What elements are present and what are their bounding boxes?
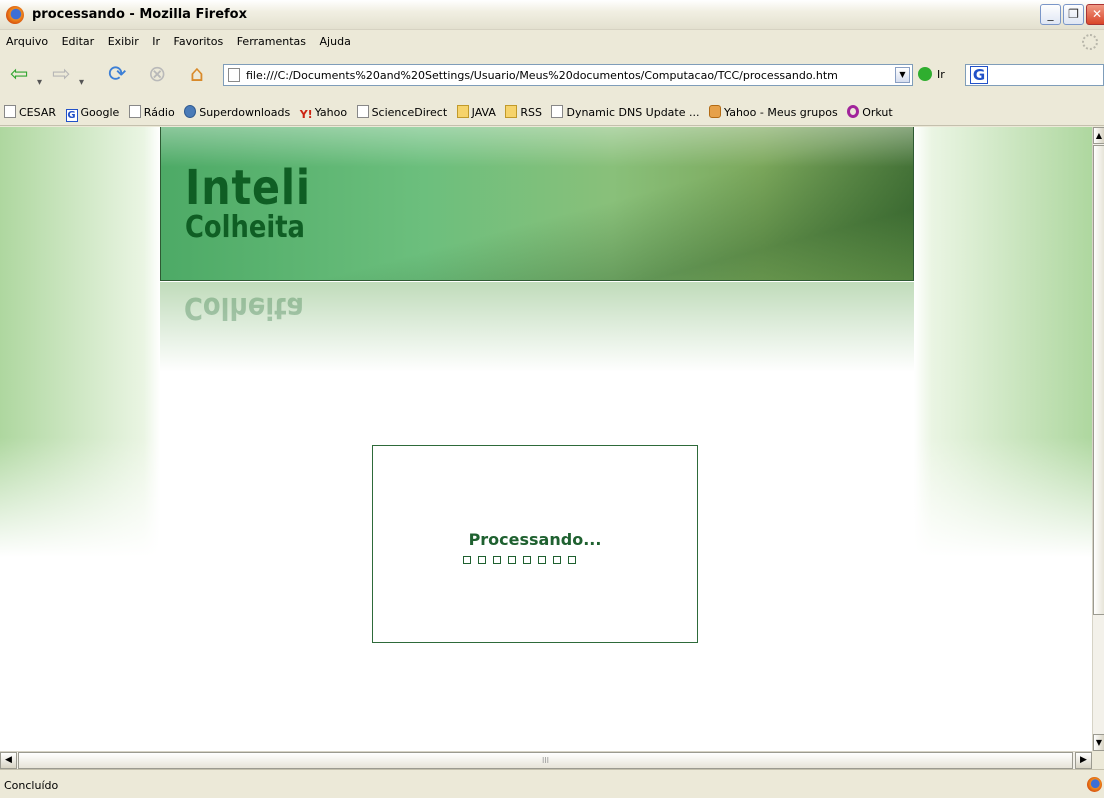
search-box[interactable]: G xyxy=(965,64,1104,86)
page-icon xyxy=(356,105,369,118)
close-button[interactable]: ✕ xyxy=(1086,4,1104,25)
menu-ajuda[interactable]: Ajuda xyxy=(315,35,356,48)
bookmark-cesar[interactable]: CESAR xyxy=(4,105,56,119)
bookmark-dynamic-dns[interactable]: Dynamic DNS Update ... xyxy=(551,105,700,119)
logo-colheita: Colheita xyxy=(185,210,305,245)
folder-icon xyxy=(505,105,518,118)
page-content: Inteli Colheita Colheita Processando... xyxy=(0,127,1092,751)
scrollbar-corner xyxy=(1092,751,1104,769)
address-bar[interactable]: file:///C:/Documents%20and%20Settings/Us… xyxy=(223,64,913,86)
menu-exibir[interactable]: Exibir xyxy=(103,35,144,48)
scroll-right-icon[interactable]: ▶ xyxy=(1075,752,1092,769)
horizontal-scroll-thumb[interactable]: III xyxy=(18,752,1073,769)
bookmark-label: Superdownloads xyxy=(199,106,291,119)
forward-dropdown-icon[interactable]: ▾ xyxy=(79,70,84,96)
navigation-toolbar: ⇦ ▾ ⇨ ▾ ⟳ ⊗ ⌂ file:///C:/Documents%20and… xyxy=(0,54,1104,99)
go-icon[interactable] xyxy=(918,67,932,81)
bookmark-sciencedirect[interactable]: ScienceDirect xyxy=(356,105,448,119)
menu-bar: Arquivo Editar Exibir Ir Favoritos Ferra… xyxy=(0,30,1104,54)
left-gradient-panel xyxy=(0,127,160,557)
bookmark-label: Rádio xyxy=(143,106,175,119)
people-icon xyxy=(709,105,721,118)
bookmark-label: ScienceDirect xyxy=(371,106,448,119)
progress-square xyxy=(508,556,516,564)
back-arrow-icon[interactable]: ⇦ xyxy=(10,62,28,88)
progress-square xyxy=(478,556,486,564)
page-icon xyxy=(128,105,141,118)
maximize-button[interactable]: ❐ xyxy=(1063,4,1084,25)
menu-arquivo[interactable]: Arquivo xyxy=(1,35,53,48)
bookmark-google[interactable]: G Google xyxy=(65,106,120,122)
bookmark-radio[interactable]: Rádio xyxy=(128,105,175,119)
stop-icon[interactable]: ⊗ xyxy=(148,62,166,88)
title-bar[interactable]: processando - Mozilla Firefox _ ❐ ✕ xyxy=(0,0,1104,30)
throbber-icon xyxy=(1082,34,1098,50)
bookmark-label: Google xyxy=(80,106,120,119)
scroll-up-icon[interactable]: ▲ xyxy=(1093,127,1104,144)
progress-square xyxy=(523,556,531,564)
forward-arrow-icon[interactable]: ⇨ xyxy=(52,62,70,88)
scroll-down-icon[interactable]: ▼ xyxy=(1093,734,1104,751)
progress-square xyxy=(493,556,501,564)
go-button[interactable]: Ir xyxy=(937,68,945,81)
menu-ferramentas[interactable]: Ferramentas xyxy=(232,35,311,48)
vertical-scrollbar[interactable]: ▲ ▼ xyxy=(1092,127,1104,751)
progress-square xyxy=(463,556,471,564)
bookmark-label: Yahoo - Meus grupos xyxy=(724,106,838,119)
page-icon xyxy=(4,105,16,118)
bookmark-yahoo-grupos[interactable]: Yahoo - Meus grupos xyxy=(709,105,838,119)
yahoo-icon: Y! xyxy=(299,108,313,121)
page-icon xyxy=(228,68,240,82)
google-search-icon[interactable]: G xyxy=(970,66,988,84)
orkut-icon xyxy=(847,105,860,118)
bookmark-folder-java[interactable]: JAVA xyxy=(456,105,496,119)
bookmark-label: Yahoo xyxy=(314,106,348,119)
bookmark-folder-rss[interactable]: RSS xyxy=(505,105,542,119)
menu-favoritos[interactable]: Favoritos xyxy=(169,35,229,48)
address-dropdown-icon[interactable]: ▼ xyxy=(895,67,910,83)
folder-icon xyxy=(456,105,469,118)
menu-ir[interactable]: Ir xyxy=(147,35,165,48)
progress-square xyxy=(553,556,561,564)
status-text: Concluído xyxy=(4,779,59,792)
back-dropdown-icon[interactable]: ▾ xyxy=(37,70,42,96)
right-gradient-panel xyxy=(914,127,1092,557)
page-icon xyxy=(551,105,564,118)
globe-icon xyxy=(184,105,197,118)
home-icon[interactable]: ⌂ xyxy=(190,62,204,88)
window-title: processando - Mozilla Firefox xyxy=(32,7,247,22)
processing-label: Processando... xyxy=(468,530,602,549)
scroll-left-icon[interactable]: ◀ xyxy=(0,752,17,769)
bookmark-label: CESAR xyxy=(19,106,56,119)
firefox-status-icon xyxy=(1087,777,1102,792)
banner-reflection: Colheita xyxy=(160,282,914,372)
firefox-icon xyxy=(6,6,24,24)
header-banner: Inteli Colheita xyxy=(160,127,914,281)
bookmark-superdownloads[interactable]: Superdownloads xyxy=(184,105,290,119)
reload-icon[interactable]: ⟳ xyxy=(108,62,126,88)
progress-square xyxy=(568,556,576,564)
logo-reflection: Colheita xyxy=(184,290,304,325)
progress-squares xyxy=(463,554,583,567)
bookmark-orkut[interactable]: Orkut xyxy=(847,105,893,119)
vertical-scroll-thumb[interactable] xyxy=(1093,145,1104,615)
bookmark-label: Dynamic DNS Update ... xyxy=(566,106,700,119)
bookmark-label: Orkut xyxy=(862,106,893,119)
browser-window: processando - Mozilla Firefox _ ❐ ✕ Arqu… xyxy=(0,0,1104,798)
status-bar: Concluído xyxy=(0,769,1104,798)
address-input[interactable]: file:///C:/Documents%20and%20Settings/Us… xyxy=(246,69,838,82)
bookmark-yahoo[interactable]: Y! Yahoo xyxy=(300,106,347,121)
processing-box: Processando... xyxy=(372,445,698,643)
bookmarks-toolbar: CESAR G Google Rádio Superdownloads Y! Yah… xyxy=(0,99,1104,126)
menu-editar[interactable]: Editar xyxy=(57,35,100,48)
minimize-button[interactable]: _ xyxy=(1040,4,1061,25)
logo-inteli: Inteli xyxy=(185,160,311,216)
google-icon: G xyxy=(65,109,78,122)
bookmark-label: RSS xyxy=(520,106,542,119)
progress-square xyxy=(538,556,546,564)
bookmark-label: JAVA xyxy=(471,106,496,119)
horizontal-scrollbar[interactable]: ◀ III ▶ xyxy=(0,751,1092,769)
